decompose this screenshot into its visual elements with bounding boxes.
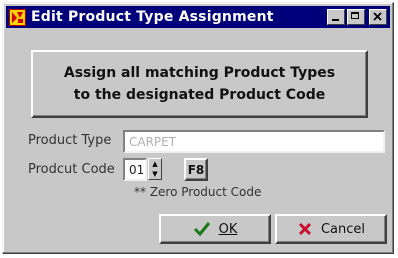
close-button[interactable] bbox=[369, 9, 387, 25]
ok-button[interactable]: OK bbox=[159, 214, 271, 244]
product-type-field[interactable]: CARPET bbox=[123, 130, 385, 153]
cancel-x-icon bbox=[298, 222, 312, 236]
window-controls bbox=[327, 9, 387, 25]
zero-product-code-note: ** Zero Product Code bbox=[134, 185, 262, 199]
product-type-label: Product Type bbox=[28, 133, 112, 148]
spin-up-icon[interactable]: ▲ bbox=[149, 159, 161, 169]
cancel-button[interactable]: Cancel bbox=[275, 214, 387, 244]
cancel-label: Cancel bbox=[320, 221, 366, 237]
close-icon bbox=[373, 12, 382, 21]
maximize-icon bbox=[351, 12, 359, 19]
assign-button-line1: Assign all matching Product Types bbox=[63, 65, 336, 81]
assign-product-types-button[interactable]: Assign all matching Product Types to the… bbox=[31, 50, 368, 118]
window-title: Edit Product Type Assignment bbox=[31, 9, 274, 25]
spin-down-icon[interactable]: ▼ bbox=[149, 169, 161, 179]
minimize-button[interactable] bbox=[327, 9, 345, 25]
product-code-spinner[interactable]: ▲ ▼ bbox=[148, 158, 162, 180]
minimize-icon bbox=[332, 19, 339, 21]
check-icon bbox=[193, 222, 210, 237]
product-code-field[interactable]: 01 bbox=[123, 158, 147, 181]
ok-label: OK bbox=[218, 221, 238, 237]
title-bar[interactable]: Edit Product Type Assignment bbox=[6, 6, 390, 28]
dialog-window: Edit Product Type Assignment Assign all … bbox=[2, 2, 394, 254]
app-icon bbox=[9, 8, 26, 26]
assign-button-line2: to the designated Product Code bbox=[73, 87, 326, 103]
maximize-button[interactable] bbox=[347, 9, 365, 25]
product-code-label: Prodcut Code bbox=[28, 162, 115, 177]
f8-lookup-button[interactable]: F8 bbox=[184, 158, 208, 181]
